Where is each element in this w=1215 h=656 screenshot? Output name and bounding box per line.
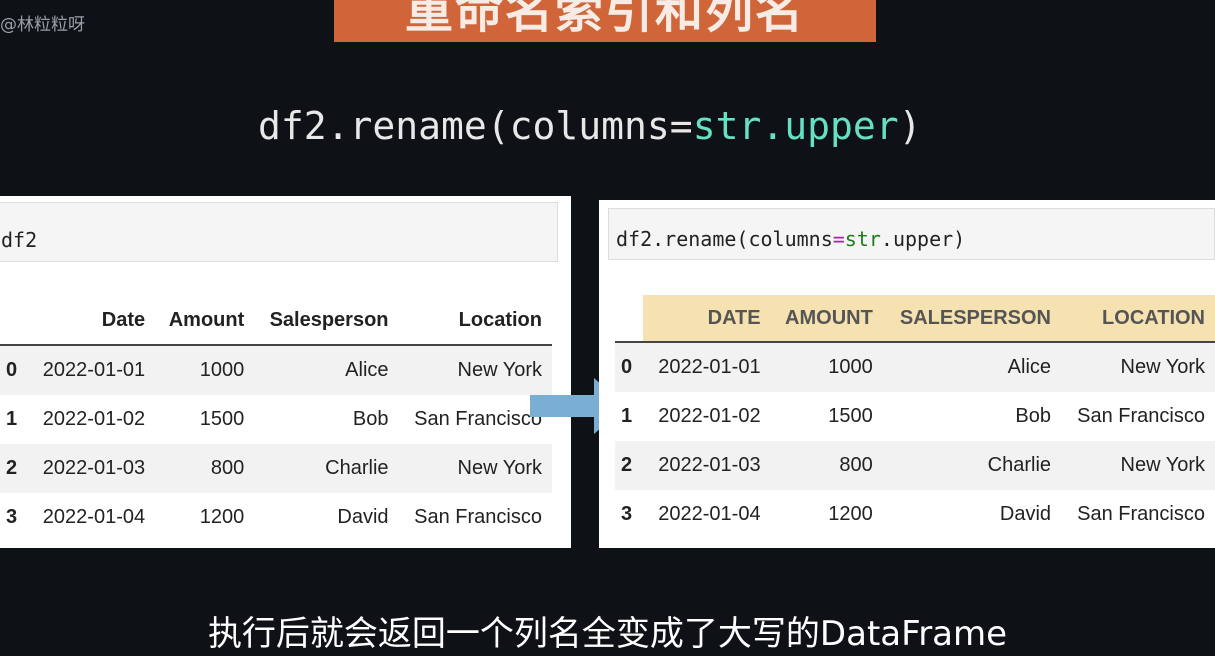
table-cell: New York (1120, 454, 1206, 476)
table-cell: 2022-01-02 (42, 408, 146, 430)
table-cell: Bob (1015, 405, 1052, 427)
table-cell: 800 (210, 457, 245, 479)
row-index: 1 (621, 405, 633, 427)
left-dataframe-table: Date Amount Salesperson Location 0 2022-… (0, 296, 552, 542)
table-cell: New York (1120, 356, 1206, 378)
row-index: 0 (621, 356, 633, 378)
featured-code-line: df2.rename(columns=str.upper) (258, 104, 921, 148)
code-rest: .upper) (880, 227, 966, 251)
table-header-row: DATE AMOUNT SALESPERSON LOCATION (615, 295, 1215, 343)
video-frame: @林粒粒呀 重命名索引和列名 df2.rename(columns=str.up… (0, 0, 1215, 654)
code-object: df2.rename(columns (616, 227, 833, 251)
table-cell: 2022-01-04 (658, 503, 761, 525)
table-cell: San Francisco (414, 506, 542, 528)
row-index: 3 (6, 506, 18, 528)
table-row: 2 2022-01-03 800 Charlie New York (615, 441, 1215, 490)
column-header: SALESPERSON (882, 295, 1062, 343)
table-row: 2 2022-01-03 800 Charlie New York (0, 444, 552, 493)
title-banner: 重命名索引和列名 (334, 0, 876, 42)
table-cell: 1000 (828, 356, 873, 378)
table-cell: 2022-01-01 (42, 359, 146, 381)
table-cell: David (999, 503, 1052, 525)
watermark: @林粒粒呀 (0, 15, 85, 35)
column-header: LOCATION (1061, 295, 1215, 343)
table-cell: David (337, 506, 389, 528)
table-cell: Bob (352, 408, 389, 430)
row-index: 2 (6, 457, 18, 479)
table-cell: San Francisco (414, 408, 542, 430)
table-row: 0 2022-01-01 1000 Alice New York (615, 342, 1215, 392)
index-header (615, 295, 644, 343)
table-cell: San Francisco (1077, 405, 1205, 427)
column-header: Location (398, 296, 552, 346)
table-row: 3 2022-01-04 1200 David San Francisco (0, 493, 552, 542)
row-index: 3 (621, 503, 633, 525)
table-cell: 2022-01-01 (658, 356, 761, 378)
video-subtitle: 执行后就会返回一个列名全变成了大写的DataFrame (207, 614, 1008, 654)
left-code-cell[interactable]: df2 (0, 202, 558, 262)
table-cell: 2022-01-03 (42, 457, 146, 479)
code-operator: = (832, 227, 845, 251)
table-cell: San Francisco (1077, 503, 1205, 525)
code-function: str (844, 227, 881, 251)
code-suffix: ) (898, 104, 922, 148)
column-header: Amount (155, 296, 255, 346)
table-row: 1 2022-01-02 1500 Bob San Francisco (615, 392, 1215, 441)
row-index: 0 (6, 359, 18, 381)
column-header: Date (28, 296, 156, 346)
table-row: 1 2022-01-02 1500 Bob San Francisco (0, 395, 552, 444)
table-cell: 1500 (199, 408, 245, 430)
index-header (0, 296, 29, 346)
table-cell: 800 (839, 454, 873, 476)
right-code-cell[interactable]: df2.rename(columns=str.upper) (608, 208, 1215, 260)
table-header-row: Date Amount Salesperson Location (0, 296, 552, 346)
table-cell: 1000 (199, 359, 245, 381)
table-row: 3 2022-01-04 1200 David San Francisco (615, 490, 1215, 539)
table-cell: 2022-01-03 (658, 454, 761, 476)
table-cell: Alice (1007, 356, 1052, 378)
table-cell: Charlie (325, 457, 389, 479)
column-header: AMOUNT (770, 295, 883, 343)
left-code-text: df2 (1, 228, 38, 252)
table-cell: New York (457, 359, 543, 381)
column-header: Salesperson (254, 296, 399, 346)
table-cell: Charlie (987, 454, 1052, 476)
right-dataframe-table: DATE AMOUNT SALESPERSON LOCATION 0 2022-… (615, 295, 1215, 539)
column-header: DATE (643, 295, 771, 343)
table-cell: 2022-01-04 (42, 506, 146, 528)
table-cell: 1200 (199, 506, 245, 528)
code-highlight: str.upper (692, 104, 899, 148)
code-prefix: df2.rename(columns= (258, 104, 693, 148)
row-index: 2 (621, 454, 633, 476)
left-notebook-panel: df2 Date Amount Salesperson Location 0 2… (0, 196, 571, 548)
table-cell: 1200 (828, 503, 873, 525)
table-row: 0 2022-01-01 1000 Alice New York (0, 345, 552, 395)
table-cell: Alice (345, 359, 389, 381)
right-notebook-panel: df2.rename(columns=str.upper) DATE AMOUN… (599, 200, 1215, 548)
table-cell: 2022-01-02 (658, 405, 761, 427)
row-index: 1 (6, 408, 18, 430)
table-cell: 1500 (828, 405, 873, 427)
table-cell: New York (457, 457, 543, 479)
